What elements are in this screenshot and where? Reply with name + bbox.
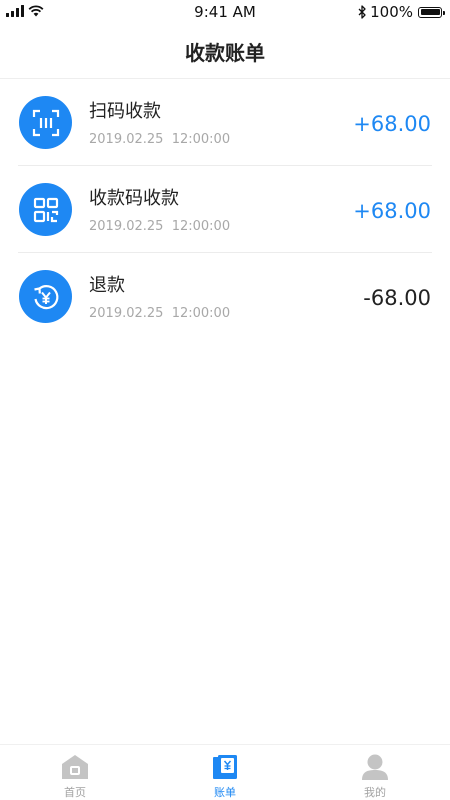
status-right: 100% xyxy=(358,3,445,21)
tab-bill[interactable]: 账单 xyxy=(150,745,300,800)
transaction-amount: +68.00 xyxy=(353,199,431,223)
tab-bar: 首页 账单 我的 xyxy=(0,744,450,800)
transaction-amount: +68.00 xyxy=(353,112,431,136)
transaction-clock: 12:00:00 xyxy=(171,306,231,321)
transaction-title: 收款码收款 xyxy=(89,188,179,209)
page-title: 收款账单 xyxy=(185,41,265,65)
transaction-clock: 12:00:00 xyxy=(171,132,231,147)
transaction-time: 2019.02.25 12:00:00 xyxy=(89,132,230,147)
profile-icon xyxy=(361,752,389,782)
battery-icon xyxy=(418,6,445,18)
nav-bar: 收款账单 xyxy=(0,24,450,79)
transaction-row[interactable]: 扫码收款 2019.02.25 12:00:00 +68.00 xyxy=(0,79,450,166)
bill-icon xyxy=(212,752,238,782)
transaction-clock: 12:00:00 xyxy=(171,219,231,234)
tab-label: 首页 xyxy=(64,786,86,799)
transaction-time: 2019.02.25 12:00:00 xyxy=(89,219,230,234)
scan-icon xyxy=(19,96,72,149)
transaction-row[interactable]: 退款 2019.02.25 12:00:00 -68.00 xyxy=(0,253,450,340)
transaction-time: 2019.02.25 12:00:00 xyxy=(89,306,230,321)
transaction-title: 扫码收款 xyxy=(89,101,161,122)
transaction-date: 2019.02.25 xyxy=(89,219,164,234)
transaction-date: 2019.02.25 xyxy=(89,132,164,147)
transaction-title: 退款 xyxy=(89,275,125,296)
transaction-date: 2019.02.25 xyxy=(89,306,164,321)
transaction-amount: -68.00 xyxy=(363,286,431,310)
screen: 9:41 AM 100% 收款账单 扫码收款 2019.02.25 12:00:… xyxy=(0,0,450,800)
bluetooth-icon xyxy=(358,5,366,19)
home-icon xyxy=(61,752,89,782)
status-bar: 9:41 AM 100% xyxy=(0,0,450,24)
tab-label: 账单 xyxy=(214,786,236,799)
tab-home[interactable]: 首页 xyxy=(0,745,150,800)
transaction-list: 扫码收款 2019.02.25 12:00:00 +68.00 收款码收款 20… xyxy=(0,79,450,340)
battery-percent: 100% xyxy=(370,3,413,21)
qr-code-icon xyxy=(19,183,72,236)
refund-icon xyxy=(19,270,72,323)
tab-mine[interactable]: 我的 xyxy=(300,745,450,800)
transaction-row[interactable]: 收款码收款 2019.02.25 12:00:00 +68.00 xyxy=(0,166,450,253)
tab-label: 我的 xyxy=(364,786,386,799)
